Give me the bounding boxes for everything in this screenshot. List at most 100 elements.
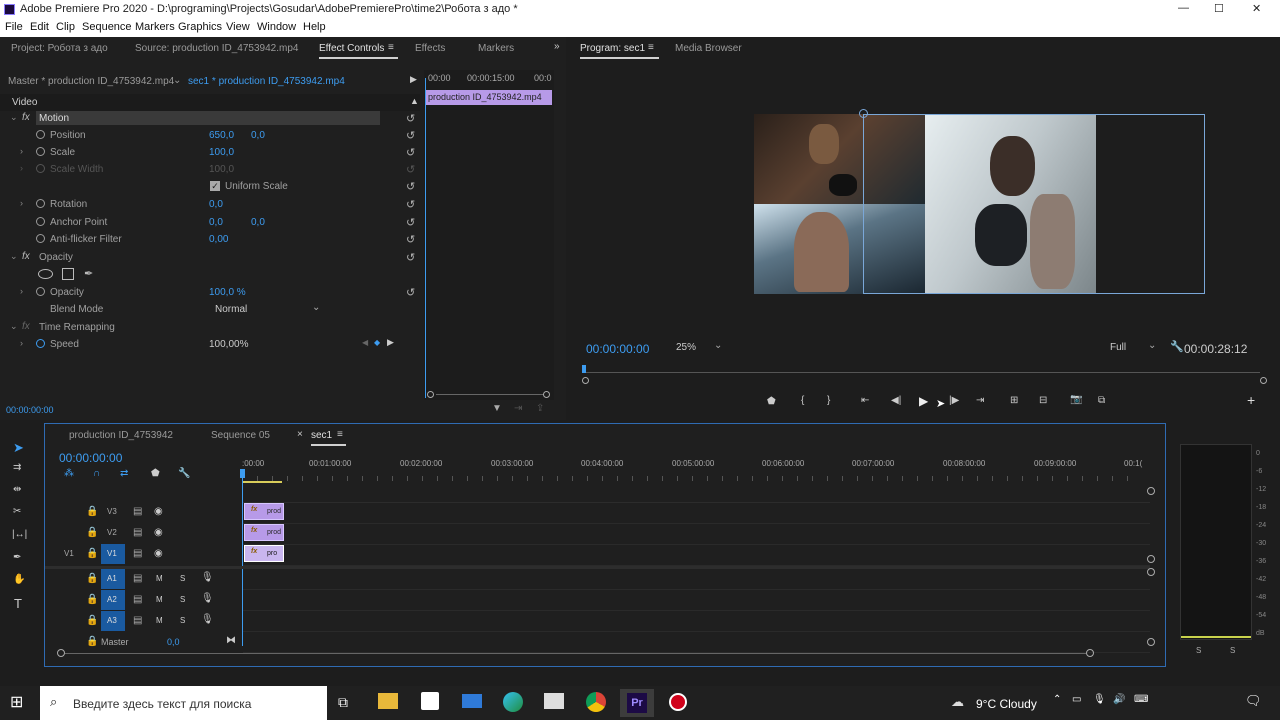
add-button-icon[interactable]: + xyxy=(1247,392,1255,408)
chrome-icon[interactable] xyxy=(586,692,606,712)
track-v1-label[interactable]: V1 xyxy=(101,544,125,564)
lock-icon[interactable]: 🔒 xyxy=(86,636,98,647)
prev-keyframe-icon[interactable]: ◀ xyxy=(362,338,368,347)
type-tool-icon[interactable]: T xyxy=(14,596,22,611)
clip-v1[interactable]: fx pro xyxy=(244,545,284,562)
task-view-icon[interactable]: ⧉ xyxy=(338,694,348,711)
network-icon[interactable]: ▭ xyxy=(1072,694,1081,705)
ec-mini-timeline[interactable]: 00:00 00:00:15:00 00:0 production ID_475… xyxy=(424,70,554,400)
scroll-end-handle[interactable] xyxy=(1260,377,1267,384)
play-triangle-icon[interactable]: ▶ xyxy=(410,74,417,85)
volume-icon[interactable]: 🔊 xyxy=(1113,694,1125,705)
film-icon[interactable]: ▤ xyxy=(133,527,142,538)
go-to-out-icon[interactable]: ⇥ xyxy=(976,395,984,406)
anchor-handle[interactable] xyxy=(859,109,868,118)
menu-markers[interactable]: Markers xyxy=(135,21,175,33)
track-a1-label[interactable]: A1 xyxy=(101,569,125,589)
speed-value[interactable]: 100,00% xyxy=(209,339,248,350)
lock-icon[interactable]: 🔒 xyxy=(86,548,98,559)
lift-icon[interactable]: ⊞ xyxy=(1010,395,1018,406)
taskbar-search[interactable]: ⌕ Введите здесь текст для поиска xyxy=(40,686,327,720)
tab-project[interactable]: Project: Робота з адо xyxy=(11,43,108,54)
scroll-start-handle[interactable] xyxy=(582,377,589,384)
reset-icon[interactable]: ↺ xyxy=(406,216,418,229)
magnet-icon[interactable]: ∩ xyxy=(93,468,100,479)
expand-chevron-icon[interactable]: ⌄ xyxy=(10,251,18,262)
rectangle-mask-icon[interactable] xyxy=(62,268,74,280)
step-forward-icon[interactable]: |▶ xyxy=(949,395,959,406)
microphone-icon[interactable]: 🎙 xyxy=(201,593,214,604)
v-scroll-handle-mid[interactable] xyxy=(1147,555,1155,563)
filter-icon[interactable]: ▼ xyxy=(492,403,502,414)
lock-icon[interactable]: 🔒 xyxy=(86,573,98,584)
eye-icon[interactable]: ◉ xyxy=(154,506,163,517)
notifications-icon[interactable]: 🗨 xyxy=(1245,693,1262,709)
mark-out-icon[interactable]: } xyxy=(827,395,830,406)
work-area-bar[interactable] xyxy=(242,481,282,483)
v-scroll-handle-top[interactable] xyxy=(1147,487,1155,495)
reset-icon[interactable]: ↺ xyxy=(406,233,418,246)
panel-menu-icon[interactable]: ≡ xyxy=(388,42,394,53)
chevron-down-icon[interactable]: ⌄ xyxy=(173,75,181,86)
pen-mask-icon[interactable]: ✒ xyxy=(84,267,93,280)
sequence-clip-label[interactable]: sec1 * production ID_4753942.mp4 xyxy=(188,76,345,87)
timeline-settings-icon[interactable]: 🔧 xyxy=(178,468,190,479)
program-scrubber[interactable] xyxy=(582,365,1268,384)
expand-chevron-icon[interactable]: ⌄ xyxy=(10,112,18,123)
premiere-taskbar-icon[interactable]: Pr xyxy=(620,689,654,717)
reset-icon[interactable]: ↺ xyxy=(406,198,418,211)
eye-icon[interactable]: ◉ xyxy=(154,548,163,559)
solo-button[interactable]: S xyxy=(180,595,185,604)
stopwatch-icon[interactable] xyxy=(36,147,45,156)
reset-icon[interactable]: ↺ xyxy=(406,251,418,264)
position-y-value[interactable]: 0,0 xyxy=(251,130,265,141)
extract-icon[interactable]: ⊟ xyxy=(1039,395,1047,406)
ec-scroll-left-handle[interactable] xyxy=(427,391,434,398)
track-v2-label[interactable]: V2 xyxy=(107,528,117,537)
playhead-cap[interactable] xyxy=(240,469,245,478)
panel-menu-icon[interactable]: ≡ xyxy=(337,429,343,440)
stopwatch-icon[interactable] xyxy=(36,130,45,139)
ec-clip-bar[interactable]: production ID_4753942.mp4 xyxy=(426,90,552,105)
go-to-end-icon[interactable]: ⧓ xyxy=(226,635,236,646)
edge-icon[interactable] xyxy=(503,692,523,712)
mute-button[interactable]: M xyxy=(156,574,163,583)
tab-sequence-05[interactable]: Sequence 05 xyxy=(211,430,270,441)
audio-lanes[interactable] xyxy=(243,569,1150,653)
menu-help[interactable]: Help xyxy=(303,21,326,33)
film-icon[interactable]: ▤ xyxy=(133,506,142,517)
tab-sec1[interactable]: sec1 xyxy=(311,430,347,446)
panel-menu-icon[interactable]: ≡ xyxy=(648,42,654,53)
master-volume-value[interactable]: 0,0 xyxy=(167,637,180,647)
weather-text[interactable]: 9°C Cloudy xyxy=(976,697,1037,711)
hand-tool-icon[interactable]: ✋ xyxy=(13,574,25,585)
mark-in-icon[interactable]: { xyxy=(801,395,804,406)
wrench-icon[interactable]: 🔧 xyxy=(1170,340,1184,353)
close-button[interactable]: ✕ xyxy=(1252,2,1261,15)
menu-graphics[interactable]: Graphics xyxy=(178,21,222,33)
clip-v3[interactable]: fx prod xyxy=(244,503,284,520)
timeline-timecode[interactable]: 00:00:00:00 xyxy=(59,451,122,465)
meter-solo-right[interactable]: S xyxy=(1230,646,1235,655)
snap-icon[interactable]: ⁂ xyxy=(64,468,74,479)
program-timecode[interactable]: 00:00:00:00 xyxy=(586,342,649,356)
expand-chevron-icon[interactable]: › xyxy=(20,286,23,296)
time-remap-row[interactable]: ⌄ fx Time Remapping xyxy=(0,319,420,336)
ec-scroll-right-handle[interactable] xyxy=(543,391,550,398)
step-back-icon[interactable]: ◀| xyxy=(891,395,901,406)
timeline-ruler[interactable]: :00:00 00:01:00:00 00:02:00:00 00:03:00:… xyxy=(242,456,1150,484)
stopwatch-icon[interactable] xyxy=(36,199,45,208)
v-scroll-handle-bottom[interactable] xyxy=(1147,638,1155,646)
pen-tool-icon[interactable]: ✒ xyxy=(13,552,21,563)
minimize-button[interactable]: — xyxy=(1178,2,1189,14)
h-scroll-start[interactable] xyxy=(57,649,65,657)
zoom-select[interactable]: 25% ⌄ xyxy=(676,340,726,356)
menu-window[interactable]: Window xyxy=(257,21,296,33)
ec-scroll-track[interactable] xyxy=(436,394,544,395)
eye-icon[interactable]: ◉ xyxy=(154,527,163,538)
lock-icon[interactable]: 🔒 xyxy=(86,527,98,538)
menu-clip[interactable]: Clip xyxy=(56,21,75,33)
lock-icon[interactable]: 🔒 xyxy=(86,506,98,517)
track-v3-label[interactable]: V3 xyxy=(107,507,117,516)
stopwatch-icon[interactable] xyxy=(36,339,45,348)
